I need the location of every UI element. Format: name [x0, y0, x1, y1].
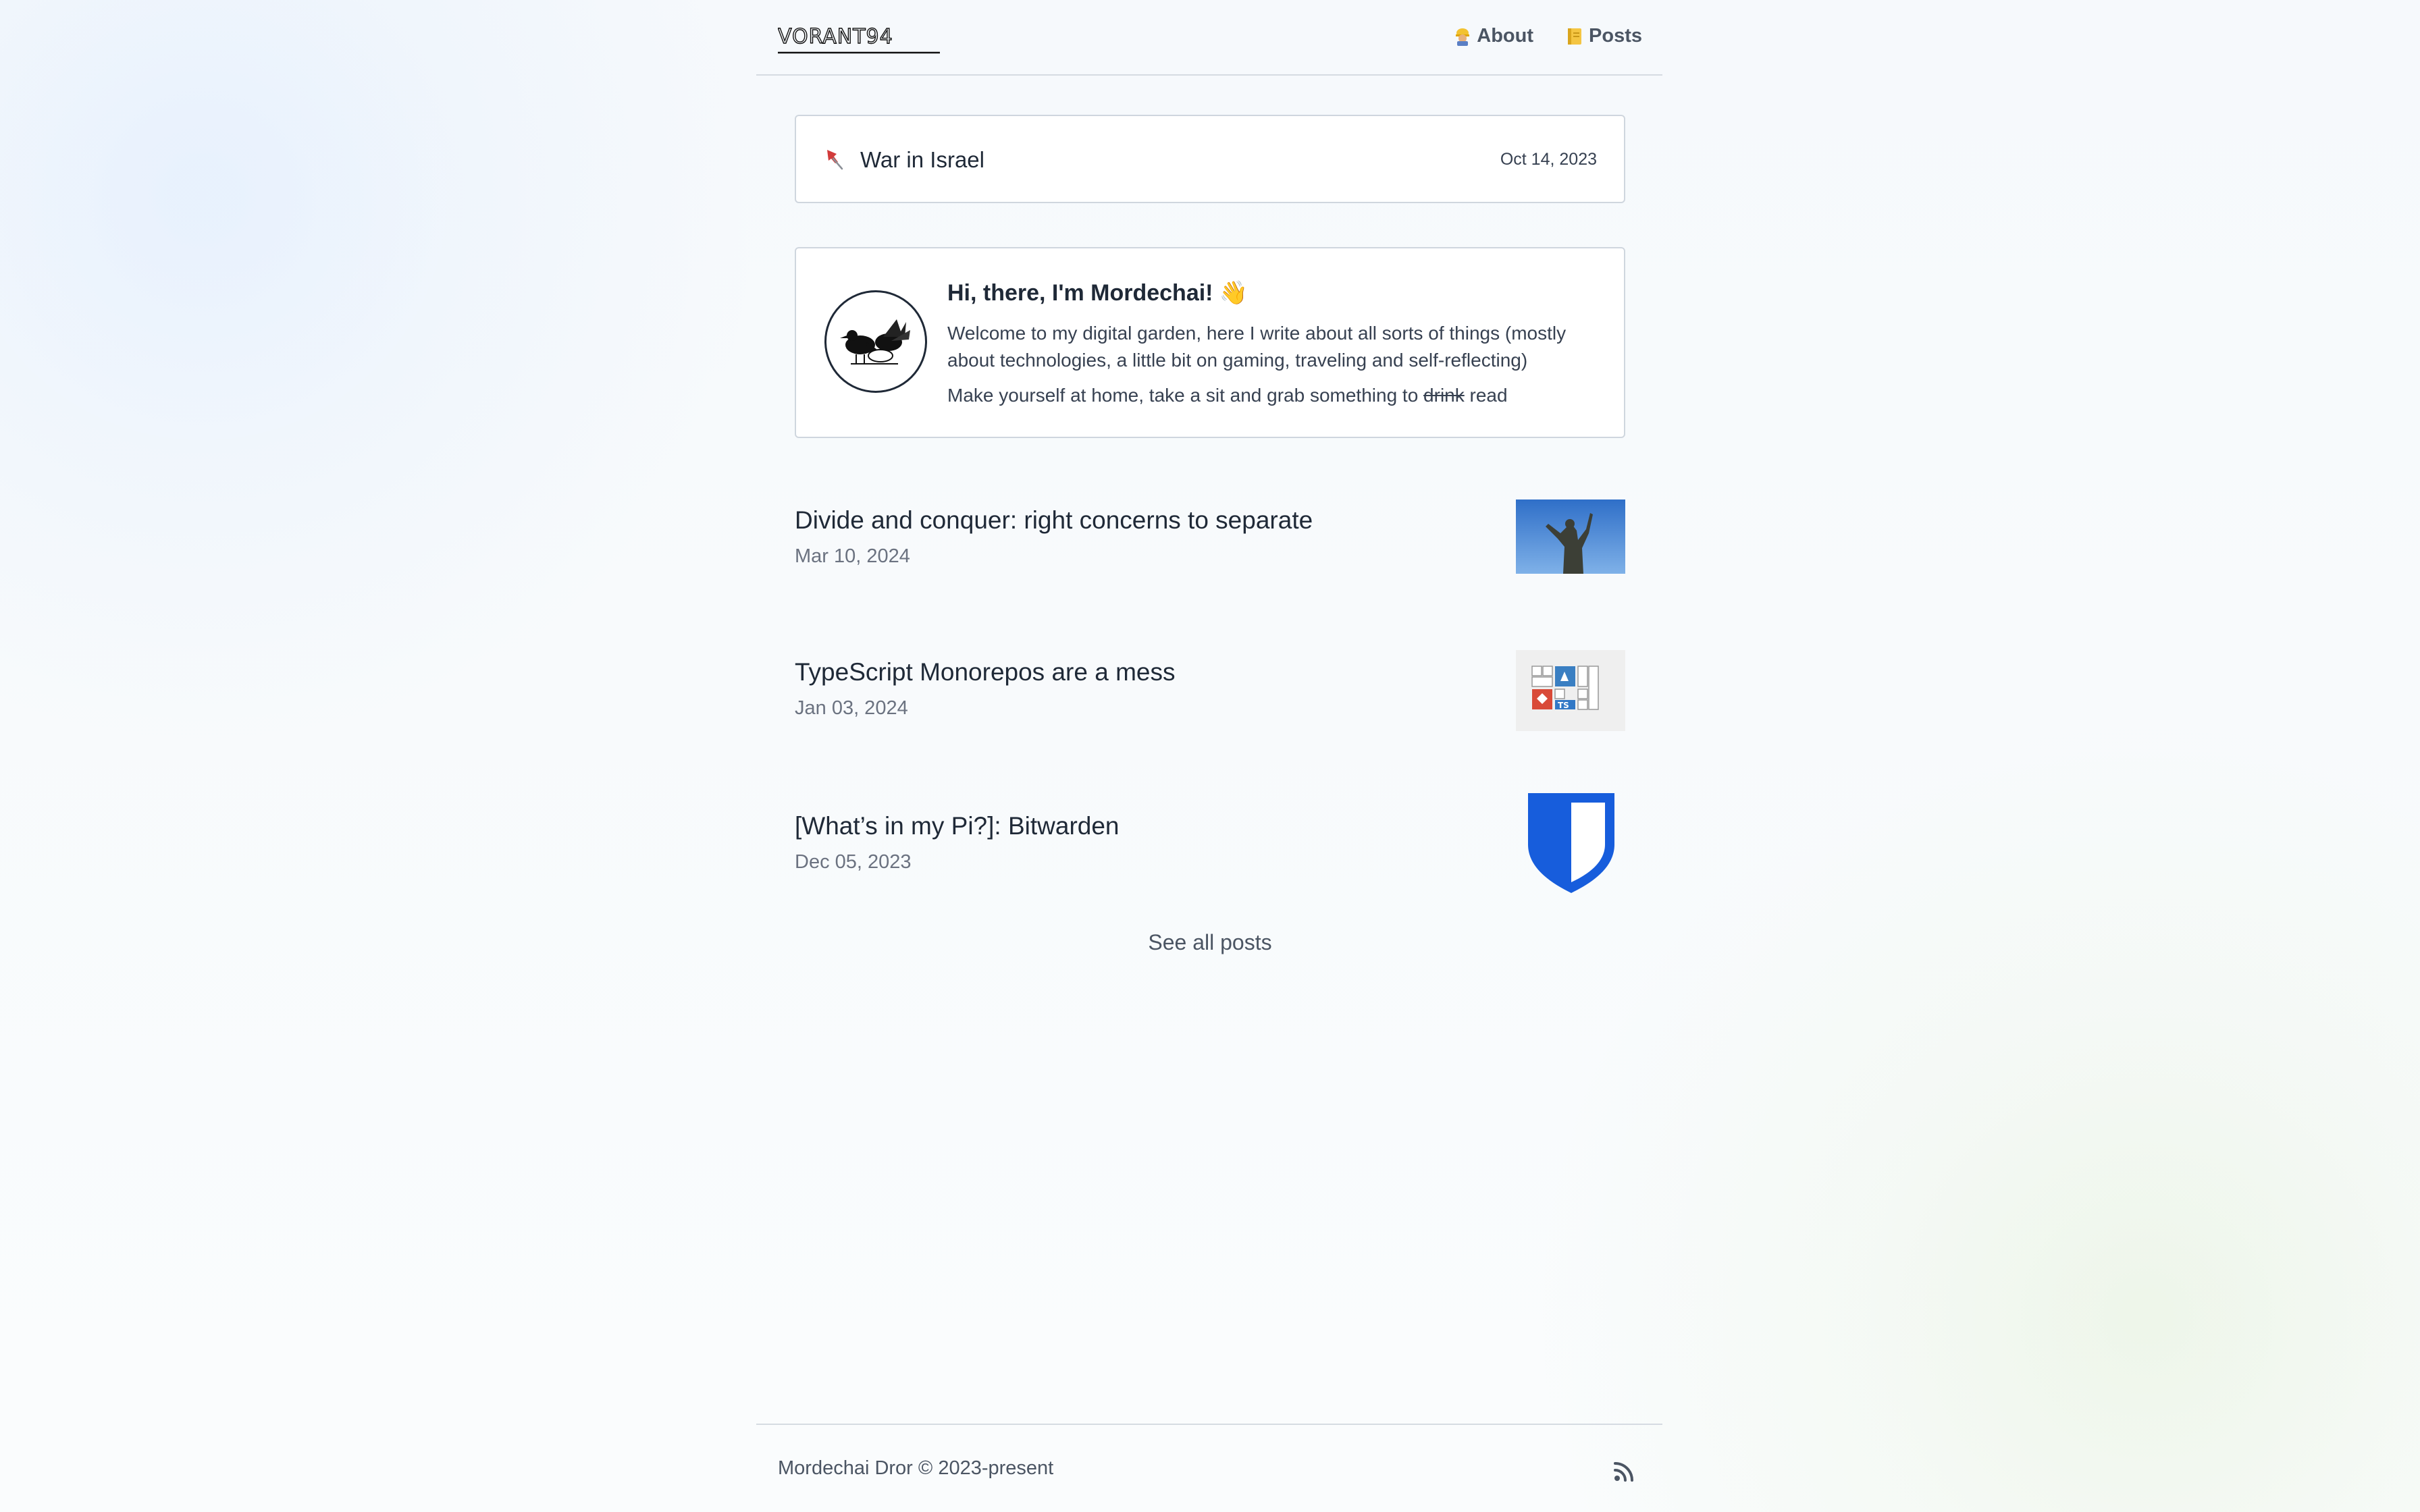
- post-date: Jan 03, 2024: [795, 697, 908, 719]
- see-all-posts-link[interactable]: See all posts: [1148, 930, 1272, 955]
- post-date: Dec 05, 2023: [795, 851, 912, 873]
- nav-posts-link[interactable]: Posts: [1566, 25, 1642, 47]
- pushpin-icon: [827, 150, 843, 170]
- post-title[interactable]: TypeScript Monorepos are a mess: [795, 658, 1175, 686]
- nav-about-link[interactable]: About: [1454, 25, 1533, 47]
- construction-worker-icon: [1456, 28, 1470, 46]
- post-date: Mar 10, 2024: [795, 545, 910, 567]
- rss-icon[interactable]: [1612, 1460, 1635, 1483]
- post-title[interactable]: Divide and conquer: right concerns to se…: [795, 506, 1313, 535]
- post-title[interactable]: [What’s in my Pi?]: Bitwarden: [795, 812, 1120, 840]
- main-nav: About Posts: [1454, 25, 1642, 47]
- site-logo[interactable]: VORANT94: [778, 23, 940, 54]
- notebook-icon: [1568, 28, 1582, 45]
- pinned-post-date: Oct 14, 2023: [1500, 150, 1597, 169]
- pinned-post-title: War in Israel: [860, 147, 984, 172]
- nav-posts-label: Posts: [1589, 25, 1642, 47]
- intro-invitation-start: Make yourself at home, take a sit and gr…: [947, 385, 1424, 406]
- post-thumbnail-statue[interactable]: [1516, 500, 1625, 574]
- svg-text:TS: TS: [1558, 701, 1569, 710]
- post-thumbnail-monorepo[interactable]: TS: [1516, 650, 1625, 731]
- bitwarden-shield-icon: [1528, 793, 1614, 893]
- site-header: VORANT94 About Posts: [756, 0, 1662, 76]
- intro-title: Hi, there, I'm Mordechai! 👋: [947, 280, 1248, 306]
- post-thumbnail-bitwarden[interactable]: [1516, 790, 1625, 896]
- birds-illustration: [840, 319, 910, 364]
- nav-about-label: About: [1477, 25, 1534, 47]
- intro-description: Welcome to my digital garden, here I wri…: [947, 323, 1567, 371]
- post-item[interactable]: TypeScript Monorepos are a mess Jan 03, …: [795, 650, 1625, 731]
- intro-struck-word: drink: [1423, 385, 1465, 406]
- post-item[interactable]: Divide and conquer: right concerns to se…: [795, 500, 1625, 574]
- copyright-text: Mordechai Dror © 2023-present: [778, 1457, 1054, 1479]
- svg-text:VORANT94: VORANT94: [778, 25, 893, 49]
- avatar: [824, 290, 927, 393]
- intro-invitation: Make yourself at home, take a sit and gr…: [947, 385, 1508, 406]
- post-item[interactable]: [What’s in my Pi?]: Bitwarden Dec 05, 20…: [795, 793, 1625, 893]
- intro-card: Hi, there, I'm Mordechai! 👋 Welcome to m…: [795, 247, 1625, 438]
- intro-invitation-end: read: [1464, 385, 1508, 406]
- site-footer: Mordechai Dror © 2023-present: [756, 1424, 1662, 1512]
- pinned-post-card[interactable]: War in Israel Oct 14, 2023: [795, 115, 1625, 203]
